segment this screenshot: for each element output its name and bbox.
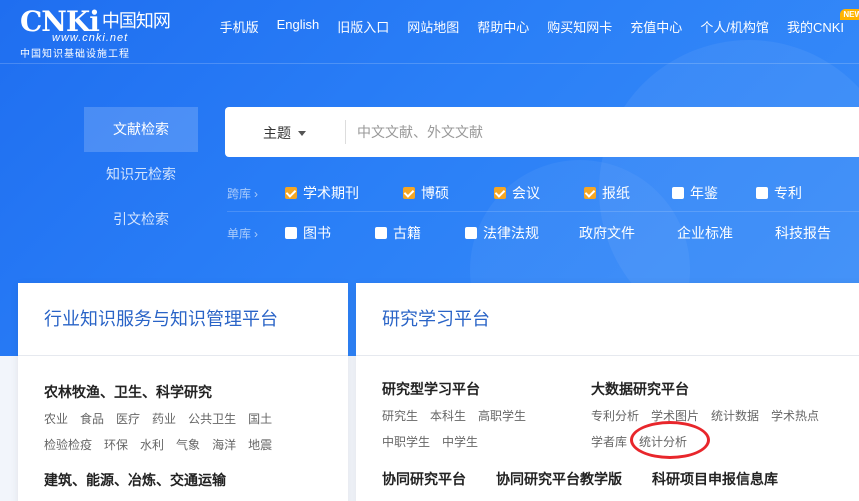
research-learning-column: 研究型学习平台 研究生 本科生 高职学生 中职学生 中学生 xyxy=(382,379,562,459)
checkbox-checked[interactable] xyxy=(494,187,506,199)
nav-my-cnki[interactable]: 我的CNKI NEW xyxy=(778,9,859,36)
cross-db-label: 跨库 › xyxy=(227,186,259,201)
platform-collab[interactable]: 协同研究平台 xyxy=(382,469,466,489)
db-newspaper[interactable]: 报纸 xyxy=(584,183,672,203)
tag-list: 研究生 本科生 高职学生 中职学生 中学生 xyxy=(382,407,562,459)
card-title[interactable]: 行业知识服务与知识管理平台 xyxy=(18,283,348,356)
checkbox-unchecked[interactable] xyxy=(375,227,387,239)
db-books[interactable]: 图书 xyxy=(285,223,375,243)
tag-statistical-analysis[interactable]: 统计分析 xyxy=(639,433,687,450)
cross-db-row: 跨库 › 学术期刊 博硕 会议 报纸 年鉴 专利 xyxy=(227,182,816,204)
db-enterprise-standards[interactable]: 企业标准 xyxy=(677,223,775,243)
nav-english[interactable]: English xyxy=(268,17,329,36)
tag-land[interactable]: 国土 xyxy=(248,410,272,427)
divider xyxy=(345,120,346,144)
bottom-platforms: 协同研究平台 协同研究平台教学版 科研项目申报信息库 xyxy=(382,469,808,489)
db-yearbook[interactable]: 年鉴 xyxy=(672,183,756,203)
tag-middle-school[interactable]: 中学生 xyxy=(442,433,478,450)
tab-citation-search[interactable]: 引文检索 xyxy=(84,197,198,242)
tag-agriculture[interactable]: 农业 xyxy=(44,410,68,427)
checkbox-checked[interactable] xyxy=(584,187,596,199)
single-db-row: 单库 › 图书 古籍 法律法规 政府文件 企业标准 科技报告 xyxy=(227,222,845,244)
tag-medical[interactable]: 医疗 xyxy=(116,410,140,427)
tag-secondary-vocational[interactable]: 中职学生 xyxy=(382,433,430,450)
tag-scholar-library[interactable]: 学者库 xyxy=(591,433,627,450)
db-ancient-books[interactable]: 古籍 xyxy=(375,223,465,243)
tag-academic-hotspots[interactable]: 学术热点 xyxy=(771,407,819,424)
db-conference[interactable]: 会议 xyxy=(494,183,584,203)
tag-public-health[interactable]: 公共卫生 xyxy=(188,410,236,427)
cnki-logo[interactable]: CNKi 中国知网 www.cnki.net 中国知识基础设施工程 xyxy=(20,8,171,61)
category-title[interactable]: 建筑、能源、冶炼、交通运输 xyxy=(44,470,348,490)
tab-knowledge-search[interactable]: 知识元检索 xyxy=(84,152,198,197)
card-title[interactable]: 研究学习平台 xyxy=(356,283,859,356)
logo-cn-text: 中国知网 xyxy=(101,11,171,32)
scope-dropdown[interactable]: 主题 xyxy=(263,123,306,143)
search-type-tabs: 文献检索 知识元检索 引文检索 xyxy=(84,107,198,242)
caret-down-icon xyxy=(298,131,306,136)
tag-environment[interactable]: 环保 xyxy=(104,436,128,453)
tag-list: 专利分析 学术图片 统计数据 学术热点 学者库 统计分析 xyxy=(591,407,851,459)
nav-old-version[interactable]: 旧版入口 xyxy=(328,17,398,36)
platform-title[interactable]: 研究型学习平台 xyxy=(382,379,562,399)
nav-my-cnki-label: 我的CNKI xyxy=(786,20,844,35)
top-nav: 手机版 English 旧版入口 网站地图 帮助中心 购买知网卡 充值中心 个人… xyxy=(211,9,859,36)
tag-pharma[interactable]: 药业 xyxy=(152,410,176,427)
nav-recharge[interactable]: 充值中心 xyxy=(621,17,691,36)
platform-collab-teaching[interactable]: 协同研究平台教学版 xyxy=(496,469,622,489)
big-data-column: 大数据研究平台 专利分析 学术图片 统计数据 学术热点 学者库 统计分析 xyxy=(591,379,851,459)
nav-buy-card[interactable]: 购买知网卡 xyxy=(538,17,621,36)
nav-personal-library[interactable]: 个人/机构馆 xyxy=(691,17,778,36)
db-thesis[interactable]: 博硕 xyxy=(403,183,494,203)
research-platform-card: 研究学习平台 研究型学习平台 研究生 本科生 高职学生 中职学生 中学生 大数据… xyxy=(356,283,859,501)
row-divider xyxy=(227,211,859,212)
checkbox-unchecked[interactable] xyxy=(285,227,297,239)
tag-academic-images[interactable]: 学术图片 xyxy=(651,407,699,424)
tag-earthquake[interactable]: 地震 xyxy=(248,436,272,453)
tag-vocational[interactable]: 高职学生 xyxy=(478,407,526,424)
checkbox-unchecked[interactable] xyxy=(672,187,684,199)
scope-label: 主题 xyxy=(263,125,291,141)
nav-sitemap[interactable]: 网站地图 xyxy=(398,17,468,36)
search-box: 主题 xyxy=(225,107,859,157)
platform-title[interactable]: 大数据研究平台 xyxy=(591,379,851,399)
tag-undergraduate[interactable]: 本科生 xyxy=(430,407,466,424)
tag-food[interactable]: 食品 xyxy=(80,410,104,427)
tag-water[interactable]: 水利 xyxy=(140,436,164,453)
tab-literature-search[interactable]: 文献检索 xyxy=(84,107,198,152)
platform-project-info[interactable]: 科研项目申报信息库 xyxy=(652,469,778,489)
tag-list: 农业 食品 医疗 药业 公共卫生 国土 检验检疫 环保 水利 气象 海洋 地震 xyxy=(44,410,314,462)
single-db-label: 单库 › xyxy=(227,226,259,241)
checkbox-unchecked[interactable] xyxy=(756,187,768,199)
logo-subtitle: 中国知识基础设施工程 xyxy=(20,49,130,60)
nav-help[interactable]: 帮助中心 xyxy=(468,17,538,36)
db-journal[interactable]: 学术期刊 xyxy=(285,183,403,203)
tag-patent-analysis[interactable]: 专利分析 xyxy=(591,407,639,424)
db-tech-reports[interactable]: 科技报告 xyxy=(775,223,845,243)
tag-ocean[interactable]: 海洋 xyxy=(212,436,236,453)
tag-statistics-data[interactable]: 统计数据 xyxy=(711,407,759,424)
checkbox-checked[interactable] xyxy=(285,187,297,199)
tag-inspection[interactable]: 检验检疫 xyxy=(44,436,92,453)
nav-mobile[interactable]: 手机版 xyxy=(211,17,268,36)
category-title[interactable]: 农林牧渔、卫生、科学研究 xyxy=(44,382,348,402)
top-bar: CNKi 中国知网 www.cnki.net 中国知识基础设施工程 手机版 Eng… xyxy=(0,0,859,64)
db-gov-docs[interactable]: 政府文件 xyxy=(579,223,677,243)
tag-graduate[interactable]: 研究生 xyxy=(382,407,418,424)
db-laws[interactable]: 法律法规 xyxy=(465,223,579,243)
tag-weather[interactable]: 气象 xyxy=(176,436,200,453)
checkbox-unchecked[interactable] xyxy=(465,227,477,239)
checkbox-checked[interactable] xyxy=(403,187,415,199)
db-patent[interactable]: 专利 xyxy=(756,183,816,203)
new-badge: NEW xyxy=(840,9,859,20)
industry-platform-card: 行业知识服务与知识管理平台 农林牧渔、卫生、科学研究 农业 食品 医疗 药业 公… xyxy=(18,283,348,501)
search-input[interactable] xyxy=(357,117,837,147)
